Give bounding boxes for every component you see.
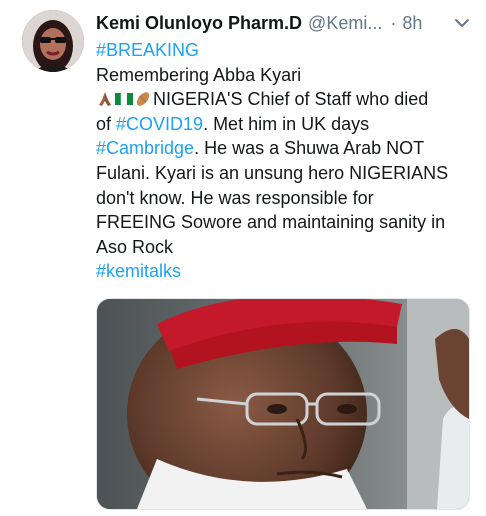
author-handle[interactable]: @Kemi... — [308, 13, 382, 34]
text-line-8: FREEING Sowore and maintaining sanity in — [96, 212, 446, 233]
text-line-4-suffix: . Met him in UK days — [203, 113, 370, 134]
text-line-4: of #COVID19. Met him in UK days — [96, 112, 476, 137]
hashtag-breaking[interactable]: #BREAKING — [96, 40, 199, 60]
nigeria-flag-icon — [115, 90, 133, 108]
text-line-3: NIGERIA'S Chief of Staff who died — [96, 87, 476, 112]
man-in-red-cap-photo — [97, 299, 469, 509]
hashtag-covid19[interactable]: #COVID19 — [116, 114, 203, 134]
text-line-1: #BREAKING — [96, 38, 476, 63]
tweet[interactable]: Kemi Olunloyo Pharm.D @Kemi... · 8h #BRE… — [0, 0, 486, 516]
header-separator: · — [390, 12, 397, 33]
hashtag-kemitalks[interactable]: #kemitalks — [96, 261, 181, 281]
author-display-name[interactable]: Kemi Olunloyo Pharm.D — [96, 13, 302, 34]
text-line-10: #kemitalks — [96, 259, 476, 284]
chevron-down-icon[interactable] — [452, 13, 472, 33]
tweet-header: Kemi Olunloyo Pharm.D @Kemi... · 8h — [96, 10, 472, 36]
peanut-icon — [134, 90, 152, 108]
text-line-3-content: NIGERIA'S Chief of Staff who died — [153, 89, 429, 110]
text-line-4-prefix: of — [96, 113, 117, 134]
profile-avatar[interactable] — [22, 10, 84, 72]
tweet-timestamp[interactable]: 8h — [402, 13, 422, 34]
tweet-text: #BREAKING Remembering Abba Kyari NIGERIA… — [96, 38, 476, 284]
tweet-photo[interactable] — [96, 298, 470, 510]
text-line-7: don't know. He was responsible for — [96, 187, 374, 208]
text-line-9: Aso Rock — [96, 236, 174, 257]
text-line-2: Remembering Abba Kyari — [96, 64, 302, 85]
folded-hands-icon — [96, 90, 114, 108]
text-line-6: Fulani. Kyari is an unsung hero NIGERIAN… — [96, 162, 449, 183]
text-line-5-suffix: . He was a Shuwa Arab NOT — [194, 138, 425, 159]
hashtag-cambridge[interactable]: #Cambridge — [96, 138, 194, 158]
text-line-5: #Cambridge. He was a Shuwa Arab NOT — [96, 136, 476, 161]
